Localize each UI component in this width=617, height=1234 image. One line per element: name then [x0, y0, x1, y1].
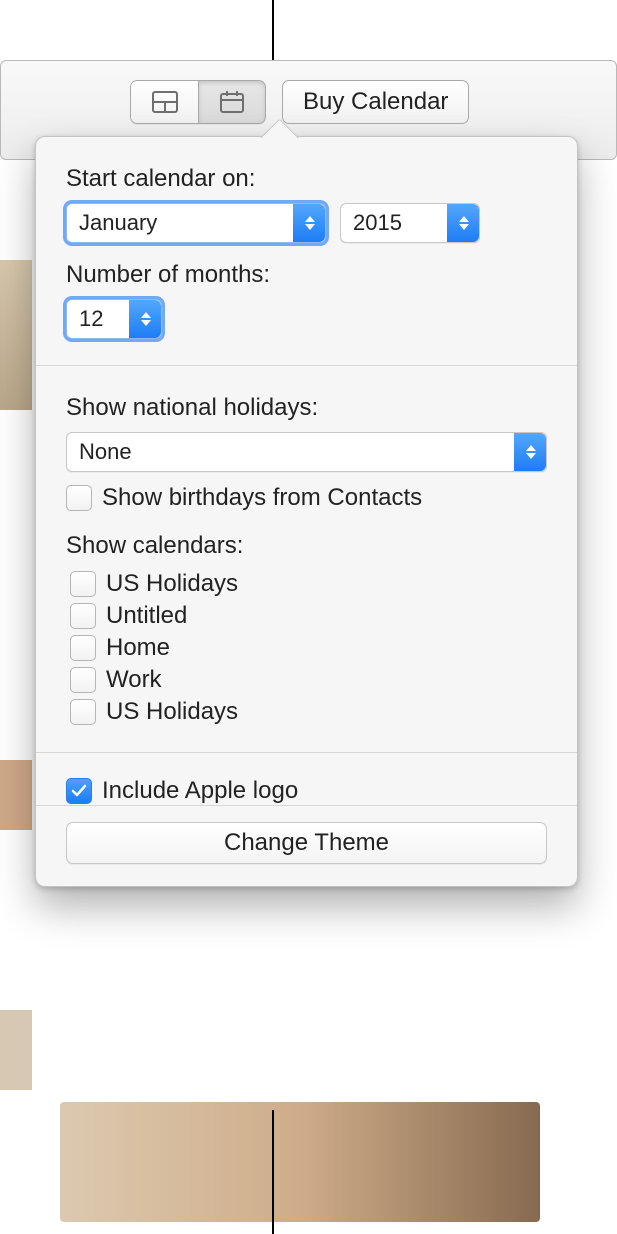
calendar-settings-icon	[219, 90, 245, 114]
show-birthdays-checkbox[interactable]	[66, 485, 92, 511]
change-theme-label: Change Theme	[224, 829, 389, 857]
calendar-settings-button[interactable]	[198, 80, 266, 124]
layout-view-button[interactable]	[130, 80, 198, 124]
include-logo-row[interactable]: Include Apple logo	[66, 777, 547, 805]
num-months-select[interactable]: 12	[66, 299, 162, 339]
holidays-select[interactable]: None	[66, 432, 547, 472]
view-segmented-control	[130, 80, 266, 124]
calendar-checkbox[interactable]	[70, 635, 96, 661]
calendar-checkbox[interactable]	[70, 603, 96, 629]
calendar-label: US Holidays	[106, 698, 238, 726]
calendar-row[interactable]: Untitled	[70, 602, 547, 630]
holidays-label: Show national holidays:	[66, 394, 547, 422]
thumbnail	[0, 760, 32, 830]
change-theme-button[interactable]: Change Theme	[66, 822, 547, 864]
toolbar: Buy Calendar	[130, 80, 469, 124]
chevron-up-down-icon	[514, 433, 546, 471]
chevron-up-down-icon	[447, 204, 479, 242]
background-photo	[60, 1102, 540, 1222]
calendar-settings-popover: Start calendar on: January 2015 Number o…	[35, 136, 578, 887]
calendar-label: Untitled	[106, 602, 187, 630]
calendar-checkbox[interactable]	[70, 699, 96, 725]
chevron-up-down-icon	[293, 204, 325, 242]
footer: Change Theme	[36, 805, 577, 886]
callout-line-bottom	[272, 1110, 274, 1234]
holidays-value: None	[79, 439, 504, 465]
include-logo-label: Include Apple logo	[102, 777, 298, 805]
buy-calendar-label: Buy Calendar	[303, 88, 448, 116]
start-month-select[interactable]: January	[66, 203, 326, 243]
num-months-value: 12	[79, 306, 119, 332]
start-year-select[interactable]: 2015	[340, 203, 480, 243]
start-year-value: 2015	[353, 210, 437, 236]
layout-icon	[152, 91, 178, 113]
thumbnail	[0, 1010, 32, 1090]
start-calendar-label: Start calendar on:	[66, 165, 547, 193]
calendar-label: Work	[106, 666, 162, 694]
chevron-up-down-icon	[129, 300, 161, 338]
thumbnail	[0, 260, 32, 410]
section-start: Start calendar on: January 2015 Number o…	[36, 137, 577, 365]
num-months-label: Number of months:	[66, 261, 547, 289]
calendars-list: US Holidays Untitled Home Work US Holidays	[66, 570, 547, 726]
show-birthdays-label: Show birthdays from Contacts	[102, 484, 422, 512]
calendar-label: Home	[106, 634, 170, 662]
calendar-checkbox[interactable]	[70, 571, 96, 597]
calendar-label: US Holidays	[106, 570, 238, 598]
calendar-row[interactable]: US Holidays	[70, 698, 547, 726]
buy-calendar-button[interactable]: Buy Calendar	[282, 80, 469, 124]
start-month-value: January	[79, 210, 283, 236]
section-holidays: Show national holidays: None Show birthd…	[36, 365, 577, 752]
show-calendars-label: Show calendars:	[66, 532, 547, 560]
include-logo-checkbox[interactable]	[66, 778, 92, 804]
calendar-row[interactable]: Home	[70, 634, 547, 662]
calendar-row[interactable]: Work	[70, 666, 547, 694]
calendar-checkbox[interactable]	[70, 667, 96, 693]
calendar-row[interactable]: US Holidays	[70, 570, 547, 598]
show-birthdays-row[interactable]: Show birthdays from Contacts	[66, 484, 547, 512]
section-logo: Include Apple logo	[36, 752, 577, 805]
